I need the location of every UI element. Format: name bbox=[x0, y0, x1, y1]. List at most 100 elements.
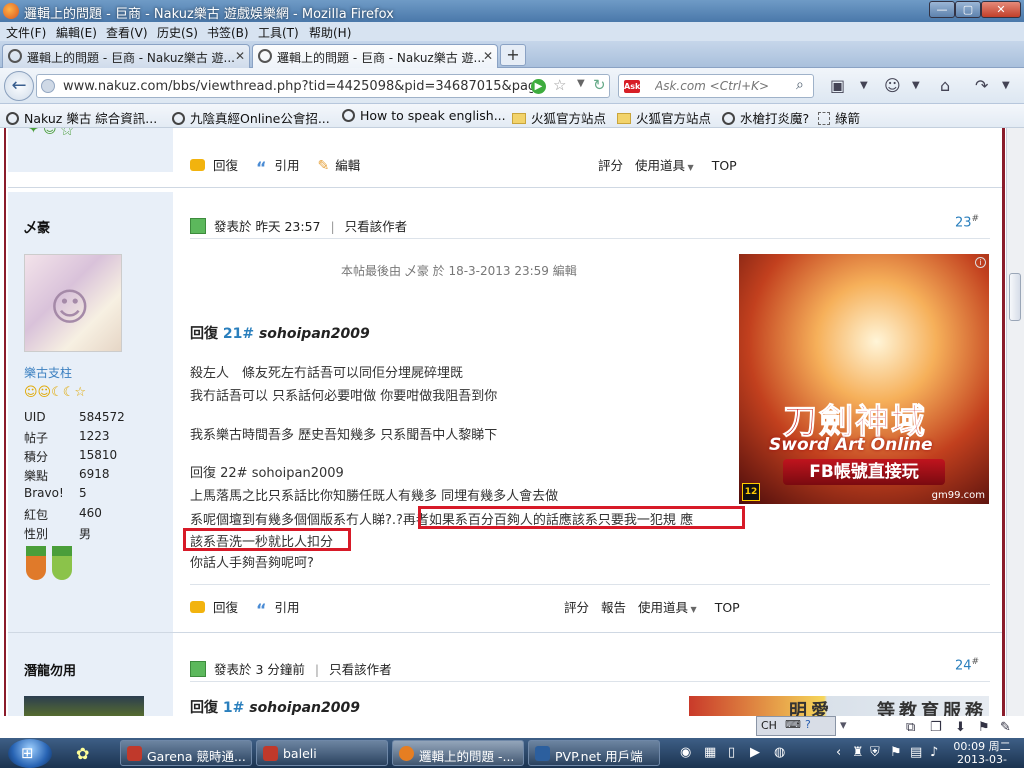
close-button[interactable]: ✕ bbox=[981, 1, 1021, 18]
keyboard-icon[interactable]: ⌨ bbox=[785, 718, 801, 731]
bookmark-item[interactable]: 火狐官方站点 bbox=[617, 108, 711, 127]
home-icon[interactable]: ⌂ bbox=[940, 76, 950, 95]
clock[interactable]: 00:09 周二 2013-03-19 bbox=[952, 740, 1012, 779]
bookmark-item[interactable]: 火狐官方站点 bbox=[512, 108, 606, 127]
ime-toolbar[interactable]: CH ⌨ ? bbox=[756, 716, 836, 736]
reply-floor-link[interactable]: 1# bbox=[223, 700, 244, 716]
quote-button[interactable]: “ 引用 bbox=[256, 600, 300, 619]
ask-logo-icon[interactable]: Ask bbox=[624, 80, 640, 93]
url-bar[interactable]: www.nakuz.com/bbs/viewthread.php?tid=442… bbox=[36, 74, 610, 98]
info-icon[interactable]: i bbox=[975, 257, 986, 268]
scrollbar-thumb[interactable] bbox=[1009, 273, 1021, 321]
wrench-icon[interactable]: ✎ bbox=[1000, 720, 1011, 735]
app-icon[interactable]: ◍ bbox=[774, 745, 785, 760]
reply-button[interactable]: 回復 bbox=[190, 158, 238, 173]
firefox-icon[interactable] bbox=[3, 3, 19, 19]
document-icon[interactable]: ▯ bbox=[728, 745, 735, 760]
start-button[interactable]: ⊞ bbox=[8, 739, 52, 768]
only-author-link[interactable]: 只看該作者 bbox=[345, 219, 408, 234]
tab-1[interactable]: 邏輯上的問題 - 巨商 - Nakuz樂古 遊... ✕ bbox=[2, 44, 250, 68]
search-input[interactable] bbox=[655, 78, 795, 94]
rate-button[interactable]: 評分 bbox=[598, 158, 623, 173]
screenshot-icon[interactable]: ▣ bbox=[830, 76, 845, 95]
back-button[interactable]: ← bbox=[4, 71, 34, 101]
report-button[interactable]: 報告 bbox=[601, 600, 626, 615]
reply-user[interactable]: sohoipan2009 bbox=[259, 326, 370, 342]
medal-icon[interactable] bbox=[26, 546, 46, 580]
menu-bookmarks[interactable]: 书签(B) bbox=[207, 24, 249, 41]
maximize-button[interactable]: ▢ bbox=[955, 1, 981, 18]
url-text[interactable]: www.nakuz.com/bbs/viewthread.php?tid=442… bbox=[63, 79, 533, 94]
menu-view[interactable]: 查看(V) bbox=[106, 24, 148, 41]
bookmark-item[interactable]: 水槍打炎魔? bbox=[722, 108, 809, 127]
menu-file[interactable]: 文件(F) bbox=[6, 24, 46, 41]
forward-icon[interactable]: ↷ bbox=[975, 76, 988, 95]
reply-button[interactable]: 回復 bbox=[190, 600, 238, 615]
shield-icon[interactable]: ⛨ bbox=[870, 745, 880, 760]
chrome-icon[interactable]: ◉ bbox=[680, 745, 691, 760]
new-tab-button[interactable]: + bbox=[500, 44, 526, 66]
tab-2[interactable]: 邏輯上的問題 - 巨商 - Nakuz樂古 遊... ✕ bbox=[252, 44, 498, 68]
edit-button[interactable]: ✎ 編輯 bbox=[318, 158, 361, 174]
menu-tools[interactable]: 工具(T) bbox=[258, 24, 299, 41]
window-icon[interactable]: ⧉ bbox=[906, 720, 915, 735]
taskbar-item-garena[interactable]: Garena 競時通... bbox=[120, 740, 252, 766]
top-link[interactable]: TOP bbox=[712, 158, 737, 173]
close-icon[interactable]: ✕ bbox=[483, 49, 493, 63]
post23-author[interactable]: 乄豪 bbox=[24, 217, 50, 236]
avatar[interactable]: ☺ bbox=[24, 254, 122, 352]
rate-button[interactable]: 評分 bbox=[564, 600, 589, 615]
tray-app-icon[interactable]: ♜ bbox=[852, 745, 864, 760]
chevron-down-icon[interactable]: ▼ bbox=[1002, 80, 1010, 91]
chevron-down-icon[interactable]: ▼ bbox=[577, 78, 585, 89]
post23-floor[interactable]: 23# bbox=[955, 214, 979, 230]
star-icon[interactable]: ☆ bbox=[553, 76, 566, 94]
menu-help[interactable]: 帮助(H) bbox=[309, 24, 351, 41]
chevron-down-icon[interactable]: ▼ bbox=[912, 80, 920, 91]
medal-icon[interactable] bbox=[52, 546, 72, 580]
ime-language[interactable]: CH bbox=[761, 719, 777, 732]
window-icon[interactable]: ❐ bbox=[930, 720, 942, 735]
flag-icon[interactable]: ⚑ bbox=[890, 745, 902, 760]
flag-icon[interactable]: ⚑ bbox=[978, 720, 990, 735]
pinwheel-icon[interactable]: ✿ bbox=[76, 744, 89, 763]
reply-user[interactable]: sohoipan2009 bbox=[249, 700, 360, 716]
taskbar-item-firefox[interactable]: 邏輯上的問題 -... bbox=[392, 740, 524, 766]
reload-icon[interactable]: ↻ bbox=[593, 76, 606, 94]
only-author-link[interactable]: 只看該作者 bbox=[329, 662, 392, 677]
bookmark-item[interactable]: 綠箭 bbox=[818, 108, 860, 127]
media-player-icon[interactable]: ▶ bbox=[750, 745, 760, 760]
search-icon[interactable]: ⌕ bbox=[796, 77, 804, 93]
quote-button[interactable]: “ 引用 bbox=[256, 158, 300, 177]
avatar[interactable] bbox=[24, 696, 144, 716]
help-icon[interactable]: ? bbox=[805, 718, 811, 731]
download-icon[interactable]: ⬇ bbox=[955, 720, 966, 735]
close-icon[interactable]: ✕ bbox=[235, 49, 245, 63]
taskbar-item-pvp[interactable]: PVP.net 用戶端 bbox=[528, 740, 660, 766]
ad-cta[interactable]: FB帳號直接玩 bbox=[783, 459, 945, 485]
chevron-down-icon[interactable]: ▼ bbox=[860, 80, 868, 91]
user-group[interactable]: 樂古支柱 bbox=[24, 364, 72, 381]
reply-floor-link[interactable]: 21# bbox=[223, 326, 254, 342]
bookmark-item[interactable]: How to speak english... bbox=[342, 108, 506, 123]
minimize-icon[interactable]: ▾ bbox=[840, 718, 847, 733]
tools-button[interactable]: 使用道具 ▼ bbox=[635, 158, 694, 173]
bookmark-item[interactable]: 九陰真經Online公會招... bbox=[172, 108, 330, 127]
tray-expand-icon[interactable]: ‹ bbox=[836, 745, 841, 760]
smiley-icon[interactable]: ☺ bbox=[884, 76, 901, 95]
education-ad-banner[interactable]: 明愛 等教育服務 bbox=[689, 696, 989, 716]
app-icon[interactable]: ▦ bbox=[704, 745, 716, 760]
post24-floor[interactable]: 24# bbox=[955, 657, 979, 673]
top-link[interactable]: TOP bbox=[715, 600, 740, 615]
vertical-scrollbar[interactable] bbox=[1006, 128, 1024, 716]
minimize-button[interactable]: — bbox=[929, 1, 955, 18]
bookmark-item[interactable]: Nakuz 樂古 綜合資訊... bbox=[6, 108, 157, 127]
volume-icon[interactable]: ♪ bbox=[930, 745, 938, 760]
network-icon[interactable]: ▤ bbox=[910, 745, 922, 760]
taskbar-item-baleli[interactable]: baleli bbox=[256, 740, 388, 766]
menu-history[interactable]: 历史(S) bbox=[157, 24, 198, 41]
search-box[interactable]: Ask ⌕ bbox=[618, 74, 814, 98]
game-ad-banner[interactable]: i 刀劍神域 Sword Art Online FB帳號直接玩 12 gm99.… bbox=[739, 254, 989, 504]
tools-button[interactable]: 使用道具 ▼ bbox=[638, 600, 697, 615]
post24-author[interactable]: 潛龍勿用 bbox=[24, 660, 76, 679]
